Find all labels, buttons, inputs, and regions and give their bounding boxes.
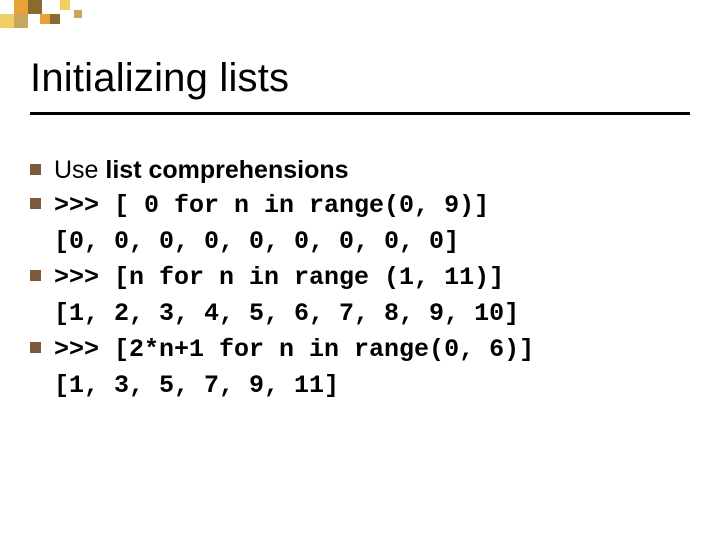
bullet-icon — [30, 342, 41, 353]
deco-square — [50, 14, 60, 24]
deco-square — [74, 10, 82, 18]
deco-square — [40, 14, 50, 24]
bullet-icon — [30, 164, 41, 175]
deco-square — [14, 0, 28, 14]
deco-square — [60, 0, 70, 10]
code-text: >>> [2*n+1 for n in range(0, 6)] — [54, 335, 534, 364]
code-text: [0, 0, 0, 0, 0, 0, 0, 0, 0] — [54, 227, 459, 256]
deco-square — [28, 0, 42, 14]
deco-square — [14, 14, 28, 28]
code-text: [1, 3, 5, 7, 9, 11] — [54, 371, 339, 400]
slide: Initializing lists Use list comprehensio… — [0, 0, 720, 540]
body-line: [1, 3, 5, 7, 9, 11] — [54, 368, 674, 402]
slide-title: Initializing lists — [30, 56, 289, 101]
title-underline — [30, 112, 690, 115]
body-line: Use list comprehensions — [54, 154, 674, 186]
slide-body: Use list comprehensions >>> [ 0 for n in… — [54, 154, 674, 404]
bullet-icon — [30, 270, 41, 281]
code-text: >>> [n for n in range (1, 11)] — [54, 263, 504, 292]
body-line: >>> [ 0 for n in range(0, 9)] — [54, 188, 674, 222]
body-text: Use — [54, 156, 105, 184]
body-line: [1, 2, 3, 4, 5, 6, 7, 8, 9, 10] — [54, 296, 674, 330]
corner-decoration — [0, 0, 720, 30]
deco-square — [0, 14, 14, 28]
body-bold: list comprehensions — [105, 156, 348, 184]
body-line: >>> [2*n+1 for n in range(0, 6)] — [54, 332, 674, 366]
body-line: [0, 0, 0, 0, 0, 0, 0, 0, 0] — [54, 224, 674, 258]
code-text: [1, 2, 3, 4, 5, 6, 7, 8, 9, 10] — [54, 299, 519, 328]
code-text: >>> [ 0 for n in range(0, 9)] — [54, 191, 489, 220]
body-line: >>> [n for n in range (1, 11)] — [54, 260, 674, 294]
bullet-icon — [30, 198, 41, 209]
